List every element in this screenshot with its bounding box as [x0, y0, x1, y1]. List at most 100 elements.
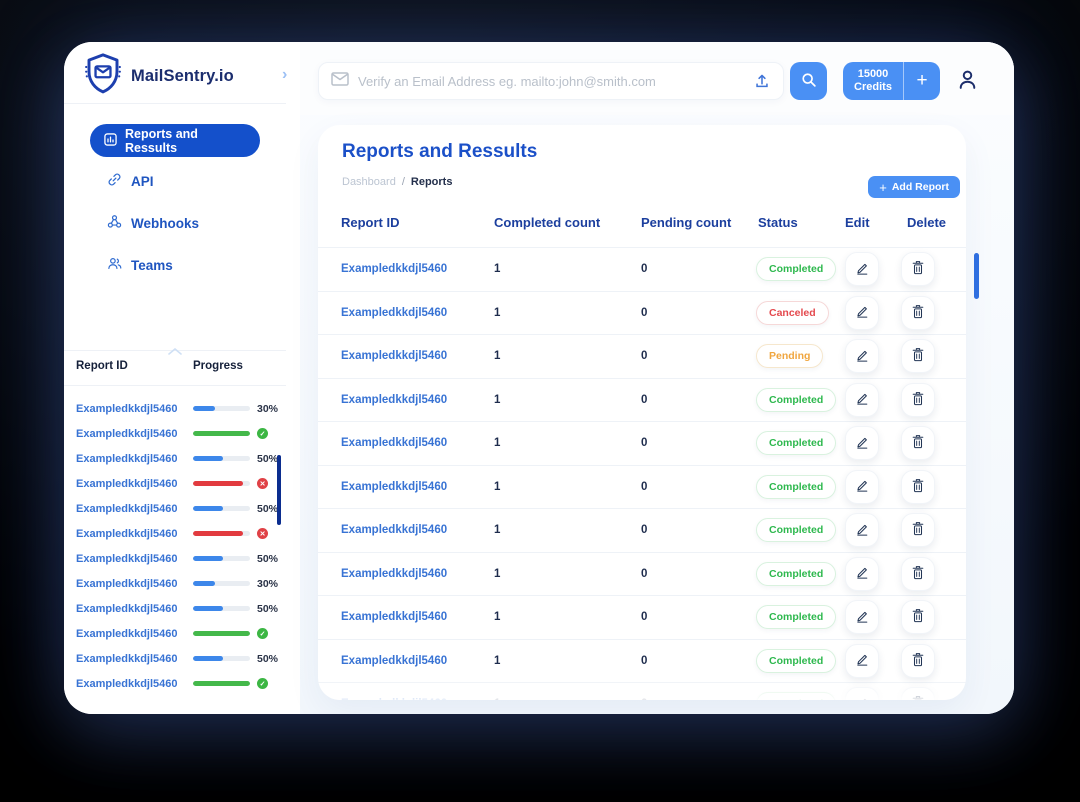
edit-button[interactable] — [845, 687, 879, 700]
report-id-link[interactable]: Exampledkkdjl5460 — [341, 394, 494, 406]
delete-button[interactable] — [901, 383, 935, 417]
add-report-button[interactable]: + Add Report — [868, 176, 960, 198]
sidebar-progress-row[interactable]: Exampledkkdjl5460 50% — [64, 546, 286, 571]
progress-value: 50% — [257, 603, 278, 615]
delete-button[interactable] — [901, 600, 935, 634]
edit-button[interactable] — [845, 644, 879, 678]
progress-value: 30% — [257, 403, 278, 415]
delete-button[interactable] — [901, 296, 935, 330]
table-row[interactable]: Exampledkkdjl5460 1 0 Canceled — [318, 292, 966, 336]
edit-button[interactable] — [845, 426, 879, 460]
sidebar-progress-row[interactable]: Exampledkkdjl5460 ✕ — [64, 471, 286, 496]
search-field[interactable] — [318, 62, 784, 100]
delete-button[interactable] — [901, 644, 935, 678]
webhook-icon — [107, 214, 122, 232]
report-id-link[interactable]: Exampledkkdjl5460 — [341, 568, 494, 580]
sidebar-item-label: API — [131, 174, 154, 189]
sidebar-item-reports[interactable]: Reports and Ressults — [90, 124, 260, 157]
report-id-link[interactable]: Exampledkkdjl5460 — [341, 698, 494, 700]
delete-button[interactable] — [901, 513, 935, 547]
sidebar-progress-row[interactable]: Exampledkkdjl5460 30% — [64, 396, 286, 421]
status-badge: Completed — [756, 562, 836, 586]
upload-icon[interactable] — [753, 72, 771, 90]
edit-button[interactable] — [845, 383, 879, 417]
table-row[interactable]: Exampledkkdjl5460 1 0 Completed — [318, 596, 966, 640]
sidebar-item-api[interactable]: API — [107, 172, 154, 190]
delete-button[interactable] — [901, 557, 935, 591]
edit-button[interactable] — [845, 296, 879, 330]
table-row[interactable]: Exampledkkdjl5460 1 0 Completed — [318, 683, 966, 700]
sidebar-item-webhooks[interactable]: Webhooks — [107, 214, 199, 232]
report-id-link[interactable]: Exampledkkdjl5460 — [76, 453, 193, 465]
topbar: 15000 Credits + — [300, 42, 1014, 115]
sidebar-progress-row[interactable]: Exampledkkdjl5460 50% — [64, 646, 286, 671]
sidebar-progress-row[interactable]: Exampledkkdjl5460 50% — [64, 446, 286, 471]
status-badge: Completed — [756, 605, 836, 629]
table-row[interactable]: Exampledkkdjl5460 1 0 Completed — [318, 379, 966, 423]
report-id-link[interactable]: Exampledkkdjl5460 — [76, 578, 193, 590]
plus-icon[interactable]: + — [904, 62, 940, 100]
edit-button[interactable] — [845, 339, 879, 373]
table-row[interactable]: Exampledkkdjl5460 1 0 Completed — [318, 509, 966, 553]
report-id-link[interactable]: Exampledkkdjl5460 — [76, 678, 193, 690]
report-id-link[interactable]: Exampledkkdjl5460 — [341, 437, 494, 449]
edit-button[interactable] — [845, 252, 879, 286]
delete-button[interactable] — [901, 339, 935, 373]
delete-button[interactable] — [901, 252, 935, 286]
status-badge: Completed — [756, 649, 836, 673]
sidebar-progress-row[interactable]: Exampledkkdjl5460 ✓ — [64, 671, 286, 696]
report-id-link[interactable]: Exampledkkdjl5460 — [341, 655, 494, 667]
report-id-link[interactable]: Exampledkkdjl5460 — [341, 350, 494, 362]
breadcrumb-dashboard[interactable]: Dashboard — [342, 176, 396, 188]
main-scrollbar[interactable] — [974, 253, 979, 299]
report-id-link[interactable]: Exampledkkdjl5460 — [76, 603, 193, 615]
sidebar-progress-row[interactable]: Exampledkkdjl5460 50% — [64, 496, 286, 521]
report-id-link[interactable]: Exampledkkdjl5460 — [341, 524, 494, 536]
sidebar-progress-row[interactable]: Exampledkkdjl5460 ✓ — [64, 421, 286, 446]
progress-value: ✕ — [257, 528, 268, 539]
report-id-link[interactable]: Exampledkkdjl5460 — [76, 428, 193, 440]
delete-button[interactable] — [901, 426, 935, 460]
progress-value: 50% — [257, 553, 278, 565]
sidebar-progress-row[interactable]: Exampledkkdjl5460 ✓ — [64, 621, 286, 646]
trash-icon — [911, 478, 925, 496]
table-row[interactable]: Exampledkkdjl5460 1 0 Completed — [318, 466, 966, 510]
report-id-link[interactable]: Exampledkkdjl5460 — [76, 528, 193, 540]
column-edit: Edit — [845, 215, 907, 230]
trash-icon — [911, 347, 925, 365]
report-id-link[interactable]: Exampledkkdjl5460 — [341, 263, 494, 275]
report-id-link[interactable]: Exampledkkdjl5460 — [341, 481, 494, 493]
user-icon[interactable] — [955, 67, 980, 97]
report-id-link[interactable]: Exampledkkdjl5460 — [76, 653, 193, 665]
report-id-link[interactable]: Exampledkkdjl5460 — [76, 403, 193, 415]
sidebar-scrollbar[interactable] — [277, 455, 281, 525]
table-row[interactable]: Exampledkkdjl5460 1 0 Completed — [318, 553, 966, 597]
table-row[interactable]: Exampledkkdjl5460 1 0 Completed — [318, 640, 966, 684]
edit-button[interactable] — [845, 470, 879, 504]
delete-button[interactable] — [901, 470, 935, 504]
report-id-link[interactable]: Exampledkkdjl5460 — [76, 503, 193, 515]
report-id-link[interactable]: Exampledkkdjl5460 — [76, 628, 193, 640]
chevron-right-icon[interactable]: › — [282, 66, 287, 84]
table-row[interactable]: Exampledkkdjl5460 1 0 Completed — [318, 422, 966, 466]
completed-count: 1 — [494, 568, 641, 580]
report-id-link[interactable]: Exampledkkdjl5460 — [341, 611, 494, 623]
credits-button[interactable]: 15000 Credits + — [843, 62, 940, 100]
sidebar-progress-row[interactable]: Exampledkkdjl5460 50% — [64, 596, 286, 621]
sidebar-item-teams[interactable]: Teams — [107, 256, 173, 274]
sidebar-progress-row[interactable]: Exampledkkdjl5460 30% — [64, 571, 286, 596]
edit-button[interactable] — [845, 600, 879, 634]
report-id-link[interactable]: Exampledkkdjl5460 — [76, 553, 193, 565]
table-row[interactable]: Exampledkkdjl5460 1 0 Completed — [318, 248, 966, 292]
sidebar-progress-row[interactable]: Exampledkkdjl5460 ✕ — [64, 521, 286, 546]
report-id-link[interactable]: Exampledkkdjl5460 — [341, 307, 494, 319]
table-row[interactable]: Exampledkkdjl5460 1 0 Pending — [318, 335, 966, 379]
edit-button[interactable] — [845, 513, 879, 547]
search-button[interactable] — [790, 62, 827, 100]
search-input[interactable] — [358, 74, 744, 89]
search-icon — [800, 71, 817, 91]
report-id-link[interactable]: Exampledkkdjl5460 — [76, 478, 193, 490]
divider — [64, 385, 286, 386]
edit-button[interactable] — [845, 557, 879, 591]
delete-button[interactable] — [901, 687, 935, 700]
